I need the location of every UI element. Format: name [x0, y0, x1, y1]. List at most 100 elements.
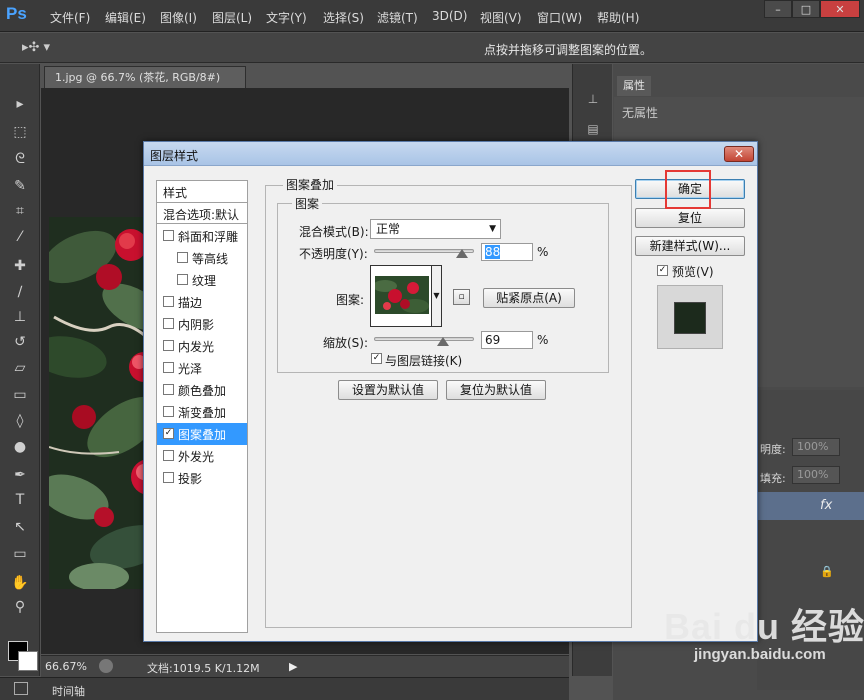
menu-filter[interactable]: 滤镜(T): [377, 9, 418, 26]
zoom-tool-icon[interactable]: ⚲: [10, 597, 30, 617]
background-color-swatch[interactable]: [18, 651, 38, 671]
pattern-swatch[interactable]: [370, 265, 432, 327]
path-select-tool-icon[interactable]: ↖: [10, 517, 30, 537]
menu-layer[interactable]: 图层(L): [212, 9, 252, 26]
layer-effects-icon[interactable]: fx: [820, 498, 832, 513]
minimize-button[interactable]: –: [764, 0, 792, 18]
style-item-checkbox[interactable]: [177, 252, 188, 263]
style-item[interactable]: 描边: [157, 291, 247, 313]
style-item[interactable]: 斜面和浮雕: [157, 225, 247, 247]
eyedropper-tool-icon[interactable]: ⁄: [10, 227, 30, 247]
actions-panel-icon[interactable]: ▤: [583, 122, 603, 140]
opacity-value: 88: [485, 245, 501, 259]
layer-opacity-field[interactable]: 100%: [792, 438, 840, 456]
move-tool-icon[interactable]: ▸: [10, 94, 30, 114]
style-item-checkbox[interactable]: [163, 384, 174, 395]
style-item-checkbox[interactable]: [163, 318, 174, 329]
style-item-checkbox[interactable]: ✓: [163, 428, 174, 439]
watermark-brand: Bai du 经验: [664, 606, 864, 647]
opacity-slider-thumb[interactable]: [456, 249, 468, 258]
stamp-tool-icon[interactable]: ⊥: [10, 307, 30, 327]
menu-3d[interactable]: 3D(D): [432, 9, 467, 23]
new-style-button[interactable]: 新建样式(W)...: [635, 236, 745, 256]
style-item-checkbox[interactable]: [163, 406, 174, 417]
menu-image[interactable]: 图像(I): [160, 9, 197, 26]
healing-tool-icon[interactable]: ✚: [10, 256, 30, 276]
menu-view[interactable]: 视图(V): [480, 9, 522, 26]
style-item-checkbox[interactable]: [163, 296, 174, 307]
zoom-level[interactable]: 66.67%: [45, 660, 87, 673]
style-item-checkbox[interactable]: [177, 274, 188, 285]
dodge-tool-icon[interactable]: ●: [10, 437, 30, 457]
style-item[interactable]: 内发光: [157, 335, 247, 357]
gradient-tool-icon[interactable]: ▭: [10, 385, 30, 405]
blending-options-item[interactable]: 混合选项:默认: [157, 204, 247, 224]
timeline-label[interactable]: 时间轴: [52, 683, 85, 699]
menu-select[interactable]: 选择(S): [323, 9, 364, 26]
styles-header[interactable]: 样式: [157, 181, 247, 203]
style-item-checkbox[interactable]: [163, 362, 174, 373]
new-pattern-preset-icon[interactable]: ▫: [453, 289, 470, 305]
blend-mode-select[interactable]: 正常 ▼: [370, 219, 501, 239]
crop-tool-icon[interactable]: ⌗: [10, 201, 30, 221]
style-item[interactable]: 颜色叠加: [157, 379, 247, 401]
style-item[interactable]: 等高线: [157, 247, 247, 269]
menu-window[interactable]: 窗口(W): [537, 9, 582, 26]
style-item[interactable]: 光泽: [157, 357, 247, 379]
reset-to-default-button[interactable]: 复位为默认值: [446, 380, 546, 400]
pen-tool-icon[interactable]: ✒: [10, 465, 30, 485]
scale-slider[interactable]: [374, 337, 474, 341]
style-item-checkbox[interactable]: [163, 450, 174, 461]
dialog-close-button[interactable]: ✕: [724, 146, 754, 162]
style-item-checkbox[interactable]: [163, 340, 174, 351]
link-with-layer-checkbox[interactable]: ✓: [371, 353, 382, 364]
snap-origin-button[interactable]: 贴紧原点(A): [483, 288, 575, 308]
app-close-button[interactable]: ✕: [820, 0, 860, 18]
opacity-input[interactable]: 88: [481, 243, 533, 261]
scale-slider-thumb[interactable]: [437, 337, 449, 346]
eraser-tool-icon[interactable]: ▱: [10, 358, 30, 378]
style-item[interactable]: 内阴影: [157, 313, 247, 335]
layer-row[interactable]: [757, 492, 864, 520]
status-menu-arrow-icon[interactable]: ▶: [289, 660, 297, 673]
history-brush-tool-icon[interactable]: ↺: [10, 332, 30, 352]
style-item-label: 内阴影: [178, 318, 215, 332]
style-item-checkbox[interactable]: [163, 230, 174, 241]
type-tool-icon[interactable]: T: [10, 490, 30, 510]
menu-file[interactable]: 文件(F): [50, 9, 90, 26]
style-item[interactable]: 投影: [157, 467, 247, 489]
move-tool-preset-icon[interactable]: ▸✣ ▾: [22, 40, 50, 55]
document-tab[interactable]: 1.jpg @ 66.7% (茶花, RGB/8#) *×: [44, 66, 246, 106]
tab-properties[interactable]: 属性: [617, 76, 651, 96]
make-default-button[interactable]: 设置为默认值: [338, 380, 438, 400]
hand-tool-icon[interactable]: ✋: [10, 573, 30, 593]
reset-button[interactable]: 复位: [635, 208, 745, 228]
layer-fill-label: 填充:: [760, 472, 786, 485]
marquee-tool-icon[interactable]: ⬚: [10, 122, 30, 142]
lasso-tool-icon[interactable]: ᘓ: [10, 149, 30, 169]
maximize-button[interactable]: □: [792, 0, 820, 18]
shape-tool-icon[interactable]: ▭: [10, 544, 30, 564]
style-item[interactable]: ✓ 图案叠加: [157, 423, 247, 445]
brush-tool-icon[interactable]: ∕: [10, 282, 30, 302]
style-item[interactable]: 渐变叠加: [157, 401, 247, 423]
chevron-down-icon: ▼: [489, 224, 496, 234]
pattern-dropdown-arrow-icon[interactable]: ▼: [432, 265, 442, 327]
menu-edit[interactable]: 编辑(E): [105, 9, 146, 26]
status-info-icon[interactable]: [99, 659, 113, 673]
scale-input[interactable]: 69: [481, 331, 533, 349]
timeline-icon[interactable]: [14, 682, 28, 695]
pattern-overlay-title: 图案叠加: [283, 176, 338, 193]
style-item-checkbox[interactable]: [163, 472, 174, 483]
style-item[interactable]: 纹理: [157, 269, 247, 291]
blur-tool-icon[interactable]: ◊: [10, 411, 30, 431]
preview-checkbox[interactable]: ✓: [657, 265, 668, 276]
style-item-label: 斜面和浮雕: [178, 230, 239, 244]
style-item[interactable]: 外发光: [157, 445, 247, 467]
menu-type[interactable]: 文字(Y): [266, 9, 307, 26]
history-panel-icon[interactable]: ⊥: [583, 92, 603, 110]
layer-fill-field[interactable]: 100%: [792, 466, 840, 484]
quick-select-tool-icon[interactable]: ✎: [10, 176, 30, 196]
dialog-titlebar[interactable]: 图层样式 ✕: [144, 142, 757, 166]
menu-help[interactable]: 帮助(H): [597, 9, 639, 26]
